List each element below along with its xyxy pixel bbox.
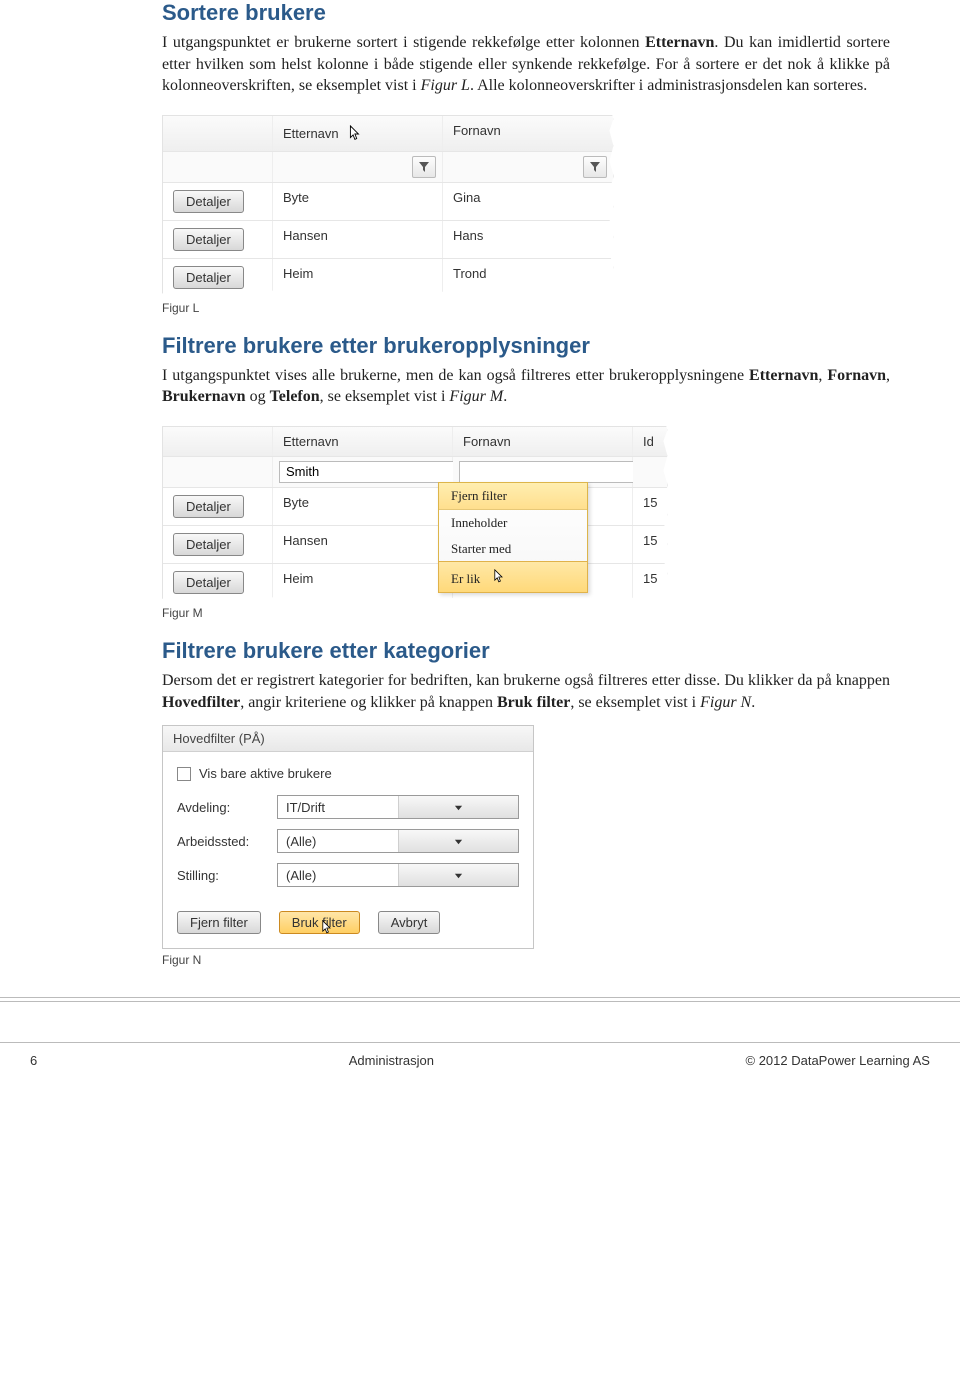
cancel-button[interactable]: Avbryt <box>378 911 441 934</box>
table-row: Detaljer Heim Trond 15 <box>163 564 667 601</box>
details-button[interactable]: Detaljer <box>173 266 244 289</box>
details-button[interactable]: Detaljer <box>173 228 244 251</box>
paragraph-filter-users-info: I utgangspunktet vises alle brukerne, me… <box>162 365 890 408</box>
table-row: Detaljer Heim Trond <box>163 259 613 296</box>
figure-n-dialog: Hovedfilter (PÅ) Vis bare aktive brukere… <box>162 725 534 949</box>
cursor-icon <box>349 123 367 144</box>
heading-filter-categories: Filtrere brukere etter kategorier <box>162 638 890 664</box>
paragraph-sort-users: I utgangspunktet er brukerne sortert i s… <box>162 32 890 97</box>
clear-filter-button[interactable]: Fjern filter <box>177 911 261 934</box>
filter-dropdown-menu: Fjern filter Inneholder Starter med Er l… <box>438 482 588 593</box>
chevron-down-icon <box>398 796 519 818</box>
filter-icon[interactable] <box>412 156 436 178</box>
column-header-fornavn[interactable]: Fornavn <box>443 116 613 151</box>
figure-l-caption: Figur L <box>162 301 890 315</box>
label-avdeling: Avdeling: <box>177 800 277 815</box>
page-footer: 6 Administrasjon © 2012 DataPower Learni… <box>0 1042 960 1098</box>
chevron-down-icon <box>398 830 519 852</box>
footer-page-number: 6 <box>30 1053 37 1068</box>
figure-m-table: Etternavn Fornavn Id <box>162 426 668 602</box>
label-stilling: Stilling: <box>177 868 277 883</box>
menu-item-contains[interactable]: Inneholder <box>439 510 587 536</box>
filter-icon[interactable] <box>583 156 607 178</box>
column-header-etternavn[interactable]: Etternavn <box>273 427 453 456</box>
checkbox-label: Vis bare aktive brukere <box>199 766 332 781</box>
filter-input-fornavn[interactable] <box>459 461 649 483</box>
details-button[interactable]: Detaljer <box>173 190 244 213</box>
footer-center: Administrasjon <box>349 1053 434 1068</box>
cursor-icon <box>490 573 506 588</box>
combo-avdeling[interactable]: IT/Drift <box>277 795 519 819</box>
column-header-label: Etternavn <box>283 126 339 141</box>
figure-m-caption: Figur M <box>162 606 890 620</box>
column-header-etternavn[interactable]: Etternavn <box>283 123 432 144</box>
table-row: Detaljer Byte 15 <box>163 488 667 526</box>
combo-stilling[interactable]: (Alle) <box>277 863 519 887</box>
menu-item-starts-with[interactable]: Starter med <box>439 536 587 562</box>
menu-item-remove-filter[interactable]: Fjern filter <box>439 483 587 510</box>
details-button[interactable]: Detaljer <box>173 495 244 518</box>
checkbox-active-users[interactable] <box>177 767 191 781</box>
cursor-icon <box>318 920 334 939</box>
table-row: Detaljer Hansen Hans <box>163 221 613 259</box>
paragraph-filter-categories: Dersom det er registrert kategorier for … <box>162 670 890 713</box>
column-header-id[interactable]: Id <box>633 427 667 456</box>
heading-sort-users: Sortere brukere <box>162 0 890 26</box>
details-button[interactable]: Detaljer <box>173 533 244 556</box>
apply-filter-button[interactable]: Bruk filter <box>279 911 360 934</box>
footer-copyright: © 2012 DataPower Learning AS <box>746 1053 930 1068</box>
table-row: Detaljer Hansen 15 <box>163 526 667 564</box>
menu-item-equals[interactable]: Er lik <box>438 561 588 593</box>
figure-l-table: Etternavn Fornavn <box>162 115 614 297</box>
combo-arbeidssted[interactable]: (Alle) <box>277 829 519 853</box>
figure-n-caption: Figur N <box>162 953 890 967</box>
chevron-down-icon <box>398 864 519 886</box>
details-button[interactable]: Detaljer <box>173 571 244 594</box>
dialog-title: Hovedfilter (PÅ) <box>163 726 533 752</box>
table-row: Detaljer Byte Gina <box>163 183 613 221</box>
label-arbeidssted: Arbeidssted: <box>177 834 277 849</box>
heading-filter-users-info: Filtrere brukere etter brukeropplysninge… <box>162 333 890 359</box>
filter-input-etternavn[interactable] <box>279 461 469 483</box>
column-header-fornavn[interactable]: Fornavn <box>453 427 633 456</box>
